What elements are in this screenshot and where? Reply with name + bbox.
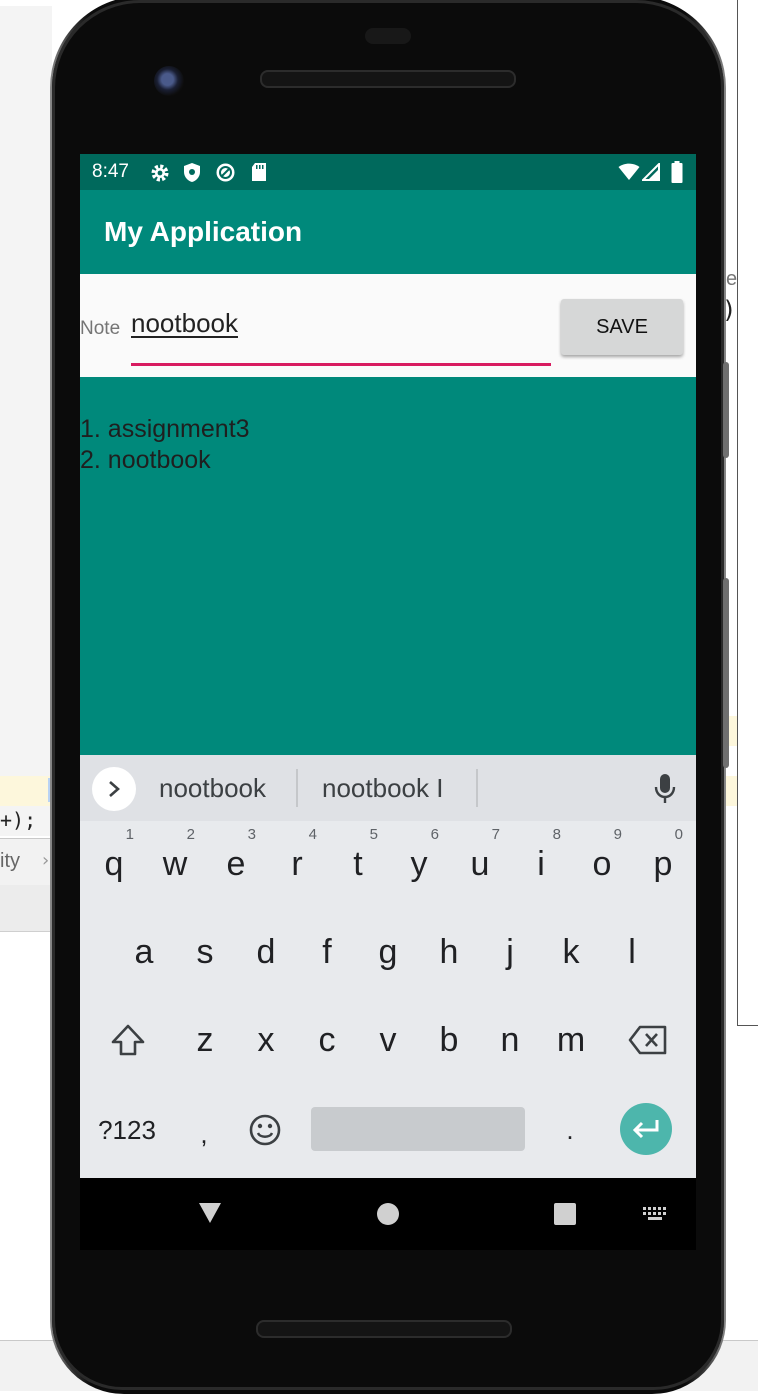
ide-right-panel — [737, 0, 758, 1026]
wifi-icon — [618, 163, 640, 180]
ide-gutter — [0, 6, 52, 836]
key-c[interactable]: c — [297, 1005, 357, 1075]
key-j[interactable]: j — [480, 917, 540, 987]
signal-icon — [642, 163, 660, 181]
key-k[interactable]: k — [541, 917, 601, 987]
battery-icon — [671, 161, 683, 183]
back-triangle-icon[interactable] — [198, 1201, 222, 1225]
suggestion-divider — [476, 769, 478, 807]
navigation-bar — [80, 1178, 696, 1250]
key-n[interactable]: n — [480, 1005, 540, 1075]
earpiece-speaker — [260, 70, 516, 88]
shield-icon — [184, 163, 200, 182]
ide-breadcrumb-chevron-icon: › — [42, 850, 50, 871]
enter-icon — [632, 1120, 659, 1139]
suggestion-strip: nootbook nootbook I — [80, 755, 696, 821]
key-v[interactable]: v — [358, 1005, 418, 1075]
period-key[interactable]: . — [540, 1095, 600, 1165]
key-l[interactable]: l — [602, 917, 662, 987]
keyboard-switch-icon[interactable] — [642, 1206, 668, 1222]
space-bar[interactable] — [311, 1107, 525, 1151]
symbols-key[interactable]: ?123 — [94, 1095, 160, 1165]
recents-square-icon[interactable] — [554, 1203, 576, 1225]
key-y[interactable]: y6 — [389, 826, 449, 899]
key-w[interactable]: w2 — [145, 826, 205, 899]
suggestion-1[interactable]: nootbook — [159, 773, 266, 804]
key-g[interactable]: g — [358, 917, 418, 987]
ide-toolbar-strip — [0, 885, 52, 932]
key-a[interactable]: a — [114, 917, 174, 987]
front-camera-icon — [154, 66, 184, 96]
home-circle-icon[interactable] — [376, 1202, 400, 1226]
phone-power-button[interactable] — [723, 578, 729, 768]
key-i[interactable]: i8 — [511, 826, 571, 899]
app-toolbar: My Application — [80, 190, 696, 274]
device-screen: 8:47 My Application Note nootbook SAVE 1… — [80, 154, 696, 1178]
key-f[interactable]: f — [297, 917, 357, 987]
key-d[interactable]: d — [236, 917, 296, 987]
emoji-icon — [249, 1114, 281, 1146]
proximity-sensor — [365, 28, 411, 44]
key-p[interactable]: p0 — [633, 826, 693, 899]
phone-volume-button[interactable] — [723, 362, 729, 458]
sd-card-icon — [252, 163, 266, 181]
ide-breadcrumb-text[interactable]: ity — [0, 850, 20, 873]
gear-icon — [151, 164, 169, 182]
ide-right-text-1: e — [726, 268, 738, 290]
suggestion-2[interactable]: nootbook I — [322, 773, 443, 804]
backspace-key[interactable] — [618, 1005, 678, 1075]
note-label: Note — [80, 318, 121, 339]
key-z[interactable]: z — [175, 1005, 235, 1075]
list-item[interactable]: 1. assignment3 — [80, 415, 250, 444]
key-o[interactable]: o9 — [572, 826, 632, 899]
key-h[interactable]: h — [419, 917, 479, 987]
suggestion-divider — [296, 769, 298, 807]
key-m[interactable]: m — [541, 1005, 601, 1075]
status-time: 8:47 — [92, 161, 129, 182]
list-item[interactable]: 2. nootbook — [80, 446, 211, 475]
backspace-icon — [628, 1025, 667, 1055]
note-input-underline — [131, 363, 551, 366]
notes-list: 1. assignment3 2. nootbook — [80, 377, 696, 755]
key-b[interactable]: b — [419, 1005, 479, 1075]
expand-chevron-icon[interactable] — [92, 767, 136, 811]
ide-right-highlight-2 — [726, 776, 737, 806]
sync-icon — [216, 163, 235, 182]
key-e[interactable]: e3 — [206, 826, 266, 899]
bottom-speaker — [256, 1320, 512, 1338]
comma-key[interactable]: , — [174, 1099, 234, 1169]
emoji-key[interactable] — [235, 1095, 295, 1165]
ide-code-fragment: +); — [0, 808, 37, 832]
key-t[interactable]: t5 — [328, 826, 388, 899]
key-s[interactable]: s — [175, 917, 235, 987]
microphone-icon[interactable] — [653, 773, 677, 805]
shift-icon — [111, 1024, 145, 1056]
soft-keyboard: nootbook nootbook I q1 w2 e3 r4 t5 y6 u7… — [80, 755, 696, 1178]
key-u[interactable]: u7 — [450, 826, 510, 899]
app-title: My Application — [104, 216, 303, 247]
enter-key[interactable] — [620, 1103, 672, 1155]
status-bar: 8:47 — [80, 154, 696, 190]
key-q[interactable]: q1 — [84, 826, 144, 899]
save-button[interactable]: SAVE — [561, 299, 683, 355]
note-entry-bar: Note nootbook SAVE — [80, 274, 696, 377]
key-x[interactable]: x — [236, 1005, 296, 1075]
note-input[interactable]: nootbook — [131, 308, 551, 348]
key-r[interactable]: r4 — [267, 826, 327, 899]
shift-key[interactable] — [98, 1005, 158, 1075]
ide-highlight-line — [0, 776, 52, 806]
